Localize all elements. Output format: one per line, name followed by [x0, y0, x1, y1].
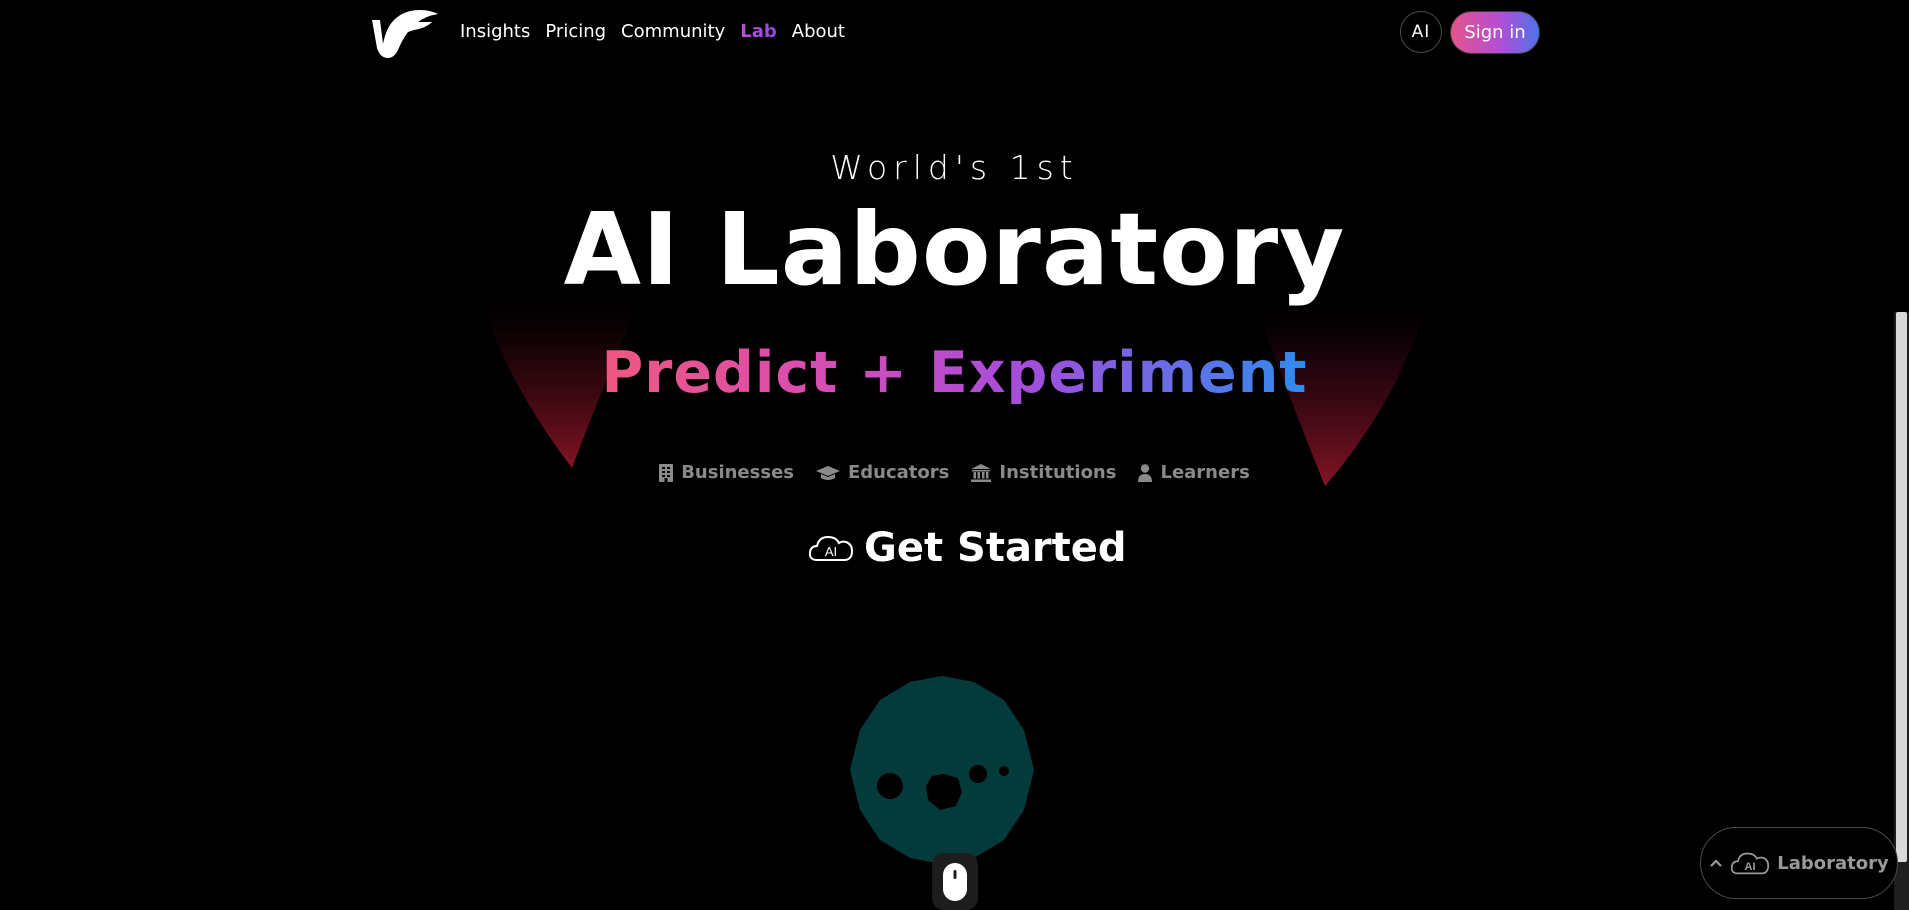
audience-educators[interactable]: Educators: [816, 462, 949, 483]
nav-link-about[interactable]: About: [792, 20, 845, 44]
hero-title: AI Laboratory: [563, 191, 1346, 308]
nav-link-pricing[interactable]: Pricing: [545, 20, 606, 44]
hero-eyebrow: World's 1st: [830, 148, 1079, 187]
scroll-mouse-icon[interactable]: [932, 853, 978, 910]
audience-list: Businesses Educators Institutions Learne…: [0, 462, 1909, 483]
audience-label: Businesses: [681, 462, 794, 483]
building-icon: [659, 463, 674, 482]
audience-businesses[interactable]: Businesses: [659, 462, 794, 483]
audience-label: Educators: [848, 462, 950, 483]
get-started-button[interactable]: AI Get Started: [808, 520, 1127, 576]
svg-text:AI: AI: [1745, 861, 1756, 873]
audience-label: Institutions: [999, 462, 1117, 483]
ai-cloud-icon: AI: [808, 535, 854, 561]
laboratory-widget[interactable]: AI Laboratory: [1700, 827, 1898, 899]
hero-subtitle-container: Predict + Experiment: [0, 335, 1909, 411]
user-icon: [1138, 463, 1153, 482]
graduation-cap-icon: [816, 465, 840, 480]
audience-label: Learners: [1160, 462, 1250, 483]
nav-link-lab[interactable]: Lab: [740, 20, 777, 44]
ai-assistant-button[interactable]: AI: [1400, 11, 1442, 53]
page: Insights Pricing Community Lab About AI …: [0, 0, 1909, 910]
brand-logo-icon[interactable]: [368, 6, 440, 60]
nav-link-community[interactable]: Community: [621, 20, 725, 44]
audience-institutions[interactable]: Institutions: [971, 462, 1116, 483]
main-nav: Insights Pricing Community Lab About: [460, 20, 845, 44]
get-started-label: Get Started: [864, 525, 1127, 571]
laboratory-widget-label: Laboratory: [1777, 852, 1889, 874]
planet-illustration: [850, 676, 1034, 864]
ai-cloud-icon: AI: [1731, 852, 1770, 875]
svg-text:AI: AI: [825, 544, 837, 559]
nav-link-insights[interactable]: Insights: [460, 20, 530, 44]
institution-icon: [971, 463, 992, 482]
chevron-up-icon: [1710, 859, 1723, 867]
hero-subtitle: Predict + Experiment: [601, 335, 1307, 411]
audience-learners[interactable]: Learners: [1138, 462, 1250, 483]
sign-in-button[interactable]: Sign in: [1450, 11, 1540, 54]
